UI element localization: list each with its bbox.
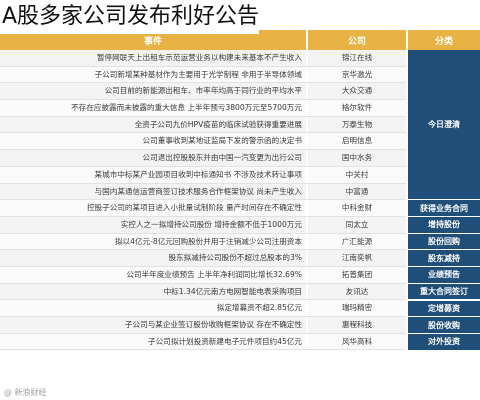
event-cell: 子公司拟计划投资新建电子元件项目约45亿元	[0, 333, 306, 350]
event-cell: 公司董事收到某地证监局下发的警示函的决定书	[0, 133, 306, 150]
event-cell: 拟定增募资不超2.85亿元	[0, 300, 306, 317]
header-company: 公司	[308, 30, 406, 50]
event-cell: 控股子公司的某项目进入小批量试制阶段 量产时间存在不确定性	[0, 200, 306, 217]
event-cell: 不存在应披露而未披露的重大信息 上半年预亏3800万元至5700万元	[0, 100, 306, 117]
company-cell: 锦江在线	[308, 50, 406, 66]
company-cell: 万泰生物	[308, 116, 406, 133]
watermark: @ 新浪财经	[4, 388, 47, 397]
company-cell: 江南奕帆	[308, 250, 406, 267]
company-cell: 京华激光	[308, 66, 406, 83]
company-cell: 风华高科	[308, 333, 406, 350]
event-cell: 公司退出控股股东并由中国一汽变更为出行公司	[0, 150, 306, 167]
headline: A股多家公司发布利好公告	[0, 0, 260, 34]
category-cell: 今日澄清	[408, 50, 480, 201]
company-cell: 同太立	[308, 216, 406, 233]
event-cell: 拟以4亿元-8亿元回购股份并用于注销减少公司注册资本	[0, 233, 306, 250]
event-cell: 子公司新增某种基材作为主要用于光学制程 非用于半导体领域	[0, 66, 306, 83]
category-cell: 股份收购	[408, 317, 480, 334]
company-cell: 中关村	[308, 166, 406, 183]
event-cell: 实控人之一拟增持公司股份 增持金额不低于1000万元	[0, 216, 306, 233]
row-divider	[0, 349, 406, 351]
category-cell: 重大合同签订	[408, 283, 480, 301]
event-cell: 股东拟减持公司股份不超过总股本的3%	[0, 250, 306, 267]
company-cell: 中科金财	[308, 200, 406, 217]
event-cell: 公司目前的新能源出租车、市率年均高于同行业的平均水平	[0, 83, 306, 100]
event-cell: 中标1.34亿元南方电网智能电表采购项目	[0, 283, 306, 300]
category-cell: 定增募资	[408, 300, 480, 318]
company-cell: 瑞玛精密	[308, 300, 406, 317]
company-cell: 友讯达	[308, 283, 406, 300]
category-cell: 股份回购	[408, 233, 480, 251]
announcement-table: 事件 公司 分类 暂停网联天上出租车示范运营业务以构建未来基本不产生收入 锦江在线…	[0, 30, 480, 400]
category-cell: 获得业务合同	[408, 200, 480, 217]
event-cell: 暂停网联天上出租车示范运营业务以构建未来基本不产生收入	[0, 50, 306, 66]
category-cell: 股东减持	[408, 250, 480, 268]
event-cell: 某城市中标某产业园项目收到中标通知书 不涉及技术转让事项	[0, 166, 306, 183]
category-cell: 对外投资	[408, 333, 480, 351]
category-cell: 增持股份	[408, 217, 480, 234]
category-cell: 业绩预告	[408, 267, 480, 284]
company-cell: 国中水务	[308, 150, 406, 167]
company-cell: 惠程科技	[308, 317, 406, 333]
event-cell: 与国内某通信运营商签订技术服务合作框架协议 尚未产生收入	[0, 183, 306, 200]
company-cell: 启明信息	[308, 133, 406, 150]
company-cell: 大众交通	[308, 83, 406, 100]
company-cell: 中富通	[308, 183, 406, 200]
company-cell: 广汇能源	[308, 233, 406, 250]
company-cell: 拓普集团	[308, 266, 406, 283]
event-cell: 全资子公司九价HPV疫苗的临床试验获得重要进展	[0, 116, 306, 133]
event-cell: 子公司与某企业签订股份收购框架协议 存在不确定性	[0, 317, 306, 333]
company-cell: 格尔软件	[308, 100, 406, 117]
header-category: 分类	[408, 30, 480, 50]
event-cell: 公司半年度业绩预告 上半年净利润同比增长32.69%	[0, 266, 306, 283]
